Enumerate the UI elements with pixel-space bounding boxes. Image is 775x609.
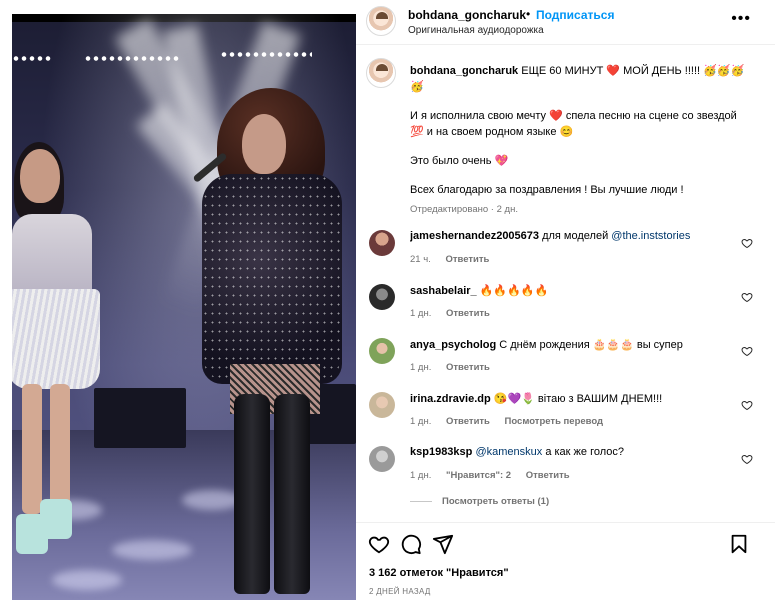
floor-light [112, 540, 192, 560]
stage-lights-left [12, 56, 52, 61]
like-comment-heart-icon[interactable] [741, 453, 753, 465]
floor-light [52, 570, 122, 590]
comment-item: irina.zdravie.dp 😘💜🌷 вітаю з ВАШИМ ДНЕМ!… [356, 390, 775, 440]
reply-button[interactable]: Ответить [445, 254, 489, 265]
caption-text: bohdana_goncharuk ЕЩЕ 60 МИНУТ ❤️ МОЙ ДЕ… [410, 63, 750, 218]
comment-time: 1 дн. [410, 470, 432, 481]
separator-dot: • [526, 7, 531, 21]
avatar[interactable] [366, 6, 396, 36]
post-header: bohdana_goncharuk • Подписаться Оригинал… [356, 0, 775, 45]
comment-item: jameshernandez2005673 для моделей @the.i… [356, 228, 775, 278]
comment-avatar[interactable] [369, 392, 395, 418]
comment-text: для моделей [539, 230, 612, 242]
caption-meta: Отредактировано · 2 дн. [410, 204, 518, 215]
comment-time: 1 дн. [410, 416, 432, 427]
floor-light [182, 490, 242, 510]
caption-avatar[interactable] [366, 58, 396, 88]
comment-text: а как же голос? [542, 446, 624, 458]
like-comment-heart-icon[interactable] [741, 345, 753, 357]
comment-time: 1 дн. [410, 362, 432, 373]
post-username[interactable]: bohdana_goncharuk [408, 8, 526, 22]
post-date: 2 ДНЕЙ НАЗАД [369, 587, 431, 596]
comment-item: sashabelair_ 🔥🔥🔥🔥🔥 1 дн. Ответить [356, 282, 775, 332]
comment-mention[interactable]: @the.inststories [611, 230, 690, 242]
like-comment-heart-icon[interactable] [741, 237, 753, 249]
comment-avatar[interactable] [369, 284, 395, 310]
caption-paragraph: Всех благодарю за поздравления ! Вы лучш… [410, 184, 684, 196]
reply-button[interactable]: Ответить [446, 308, 490, 319]
comment-avatar[interactable] [369, 446, 395, 472]
comment-text: 🔥🔥🔥🔥🔥 [476, 285, 549, 297]
comment-username[interactable]: anya_psycholog [410, 339, 496, 351]
view-replies-button[interactable]: Посмотреть ответы (1) [410, 496, 549, 507]
comment-item: anya_psycholog С днём рождения 🎂🎂🎂 вы су… [356, 336, 775, 386]
post-media[interactable] [12, 14, 356, 600]
comment-text: 😘💜🌷 вітаю з ВАШИМ ДНЕМ!!! [490, 393, 663, 405]
caption-username[interactable]: bohdana_goncharuk [410, 65, 518, 77]
comment-time: 1 дн. [410, 308, 432, 319]
follow-button[interactable]: Подписаться [536, 8, 614, 22]
likes-count[interactable]: 3 162 отметок "Нравится" [369, 567, 509, 579]
comment-username[interactable]: ksp1983ksp [410, 446, 472, 458]
bookmark-icon[interactable] [728, 533, 750, 555]
reply-button[interactable]: Ответить [446, 416, 490, 427]
action-bar [356, 522, 775, 562]
audio-link[interactable]: Оригинальная аудиодорожка [408, 25, 544, 36]
share-icon[interactable] [432, 533, 454, 555]
post-panel: bohdana_goncharuk • Подписаться Оригинал… [356, 0, 775, 609]
comment-avatar[interactable] [369, 230, 395, 256]
comment-username[interactable]: sashabelair_ [410, 285, 477, 297]
reply-button[interactable]: Ответить [526, 470, 570, 481]
stage-monitor [94, 388, 186, 448]
see-translation-button[interactable]: Посмотреть перевод [505, 416, 604, 427]
comment-username[interactable]: jameshernandez2005673 [410, 230, 539, 242]
more-options-icon[interactable]: ••• [731, 10, 751, 28]
caption-paragraph: И я исполнила свою мечту ❤️ спела песню … [410, 110, 737, 138]
comment-likes[interactable]: "Нравится": 2 [446, 470, 511, 481]
comment-time: 21 ч. [410, 254, 431, 265]
reply-button[interactable]: Ответить [446, 362, 490, 373]
comment-mention[interactable]: @kamenskux [475, 446, 542, 458]
like-comment-heart-icon[interactable] [741, 291, 753, 303]
comment-avatar[interactable] [369, 338, 395, 364]
comment-item: ksp1983ksp @kamenskux а как же голос? 1 … [356, 444, 775, 494]
comment-text: С днём рождения 🎂🎂🎂 вы супер [496, 339, 683, 351]
heart-icon[interactable] [368, 533, 390, 555]
comment-icon[interactable] [400, 533, 422, 555]
caption-paragraph: Это было очень 💖 [410, 155, 509, 167]
like-comment-heart-icon[interactable] [741, 399, 753, 411]
comment-username[interactable]: irina.zdravie.dp [410, 393, 491, 405]
